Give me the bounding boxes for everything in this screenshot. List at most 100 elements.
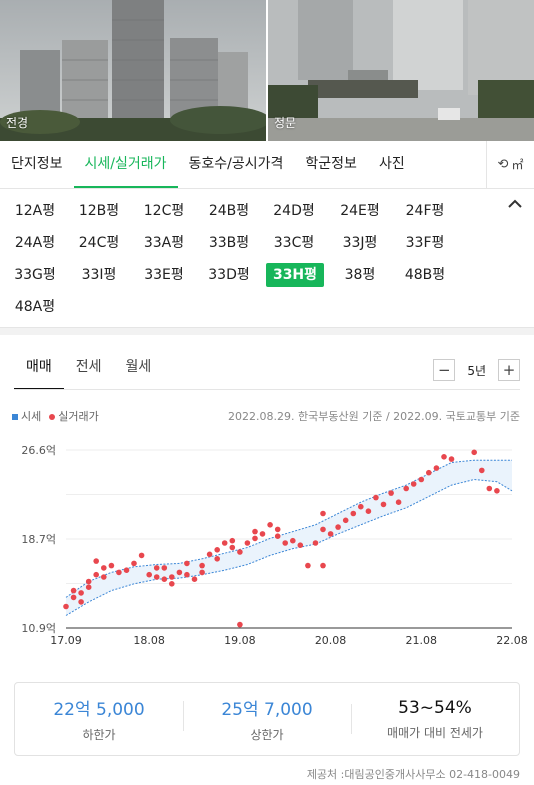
lower-price-value: 22억 5,000 bbox=[53, 700, 145, 720]
size-option[interactable]: 24F평 bbox=[396, 199, 454, 223]
deal-point bbox=[116, 569, 122, 576]
deal-point bbox=[108, 562, 115, 569]
deal-point bbox=[358, 503, 364, 510]
size-option[interactable]: 12C평 bbox=[135, 199, 193, 223]
deal-point bbox=[78, 590, 84, 596]
deal-point bbox=[229, 537, 236, 544]
chart-source: 2022.08.29. 한국부동산원 기준 / 2022.09. 국토교통부 기… bbox=[228, 410, 520, 423]
subtab-underline bbox=[14, 389, 520, 390]
deal-point bbox=[320, 526, 326, 533]
photo-caption-main-gate: 정문 bbox=[274, 116, 297, 130]
tab-photos[interactable]: 사진 bbox=[368, 142, 416, 188]
deal-point bbox=[312, 540, 319, 546]
size-option[interactable]: 12A평 bbox=[6, 199, 64, 223]
summary-lower: 22억 5,000 하한가 bbox=[15, 695, 183, 743]
overview-image bbox=[0, 0, 266, 141]
market-price-band bbox=[66, 460, 512, 616]
deal-point bbox=[252, 535, 258, 542]
size-option[interactable]: 38평 bbox=[331, 263, 389, 287]
photo-overview[interactable]: 전경 bbox=[0, 0, 266, 141]
size-option[interactable]: 33B평 bbox=[200, 231, 258, 255]
main-tabs: 단지정보 시세/실거래가 동호수/공시가격 학군정보 사진 ⟲ ㎡ bbox=[0, 141, 534, 189]
period-label: 5년 bbox=[467, 363, 486, 378]
deal-point bbox=[101, 565, 107, 571]
period-minus-button[interactable]: − bbox=[433, 359, 456, 381]
size-option-selected[interactable]: 33H평 bbox=[266, 263, 324, 287]
size-option[interactable]: 12B평 bbox=[70, 199, 128, 223]
deal-point bbox=[342, 517, 349, 524]
unit-toggle-button[interactable]: ⟲ ㎡ bbox=[486, 141, 534, 188]
size-option[interactable]: 24C평 bbox=[70, 231, 128, 255]
tab-complex-info[interactable]: 단지정보 bbox=[0, 142, 74, 188]
deal-point bbox=[101, 574, 107, 580]
photo-main-gate[interactable]: 정문 bbox=[268, 0, 534, 141]
tab-unit-price[interactable]: 동호수/공시가격 bbox=[178, 142, 295, 188]
size-option[interactable]: 33A평 bbox=[135, 231, 193, 255]
deal-point bbox=[373, 494, 379, 501]
size-option[interactable]: 24E평 bbox=[331, 199, 389, 223]
size-option[interactable]: 33C평 bbox=[265, 231, 323, 255]
deal-point bbox=[494, 488, 500, 494]
size-option[interactable]: 33G평 bbox=[6, 263, 64, 287]
legend-deal-label: 실거래가 bbox=[58, 410, 99, 423]
x-tick-label: 19.08 bbox=[224, 634, 256, 647]
deal-point bbox=[274, 526, 281, 533]
size-option[interactable]: 48B평 bbox=[396, 263, 454, 287]
deal-point bbox=[184, 571, 190, 578]
main-gate-image bbox=[268, 0, 534, 141]
deal-point bbox=[123, 567, 130, 573]
deal-point bbox=[486, 485, 493, 492]
period-plus-button[interactable]: + bbox=[498, 359, 520, 381]
period-control: − 5년 + bbox=[433, 358, 520, 382]
size-option[interactable]: 33D평 bbox=[200, 263, 258, 287]
deal-point bbox=[229, 544, 236, 551]
deal-point bbox=[63, 603, 69, 610]
deal-point bbox=[350, 510, 357, 517]
size-option[interactable]: 33F평 bbox=[396, 231, 454, 255]
tab-price[interactable]: 시세/실거래가 bbox=[73, 142, 178, 188]
complex-photos: 전경 정문 bbox=[0, 0, 534, 141]
deal-point bbox=[244, 540, 251, 546]
deal-point bbox=[85, 584, 92, 590]
deal-point bbox=[85, 578, 92, 585]
deal-point bbox=[380, 501, 387, 508]
size-option[interactable]: 24D평 bbox=[265, 199, 323, 223]
deal-point bbox=[252, 528, 258, 535]
size-option[interactable]: 48A평 bbox=[6, 295, 64, 319]
x-tick-label: 17.09 bbox=[50, 634, 82, 647]
deal-point bbox=[448, 456, 455, 462]
deal-point bbox=[297, 542, 304, 548]
subtab-jeonse[interactable]: 전세 bbox=[64, 352, 114, 390]
subtab-monthly[interactable]: 월세 bbox=[114, 352, 164, 390]
deal-point bbox=[214, 556, 220, 562]
size-option[interactable]: 24A평 bbox=[6, 231, 64, 255]
deal-point bbox=[161, 565, 168, 571]
subtab-sale[interactable]: 매매 bbox=[14, 352, 64, 390]
jeonse-ratio-value: 53~54% bbox=[398, 697, 472, 718]
deal-point bbox=[479, 467, 485, 474]
size-selector: 12A평 12B평 12C평 24B평 24D평 24E평 24F평 24A평 … bbox=[0, 195, 534, 325]
size-option[interactable]: 24B평 bbox=[200, 199, 258, 223]
x-tick-label: 21.08 bbox=[406, 634, 438, 647]
size-option[interactable]: 33I평 bbox=[70, 263, 128, 287]
deal-type-tabs: 매매 전세 월세 bbox=[14, 352, 163, 390]
deal-point bbox=[153, 574, 160, 580]
size-option[interactable]: 33J평 bbox=[331, 231, 389, 255]
deal-point bbox=[153, 565, 160, 571]
deal-point bbox=[305, 562, 311, 569]
jeonse-ratio-label: 매매가 대비 전세가 bbox=[387, 725, 483, 740]
price-chart: 26.6억18.7억10.9억17.09 18.08 19.08 20.08 21.08… bbox=[21, 444, 527, 647]
upper-price-label: 상한가 bbox=[250, 728, 284, 742]
size-option[interactable]: 33E평 bbox=[135, 263, 193, 287]
deal-point bbox=[138, 552, 145, 559]
deal-point bbox=[237, 621, 243, 628]
unit-label: ㎡ bbox=[511, 158, 524, 172]
deal-point bbox=[169, 581, 175, 587]
deal-point bbox=[335, 524, 341, 530]
deal-point bbox=[433, 465, 440, 471]
tab-school[interactable]: 학군정보 bbox=[294, 142, 368, 188]
collapse-sizes-button[interactable] bbox=[508, 197, 522, 213]
deal-point bbox=[199, 569, 205, 576]
deal-point bbox=[259, 531, 266, 537]
legend-market: 시세 bbox=[12, 408, 41, 424]
